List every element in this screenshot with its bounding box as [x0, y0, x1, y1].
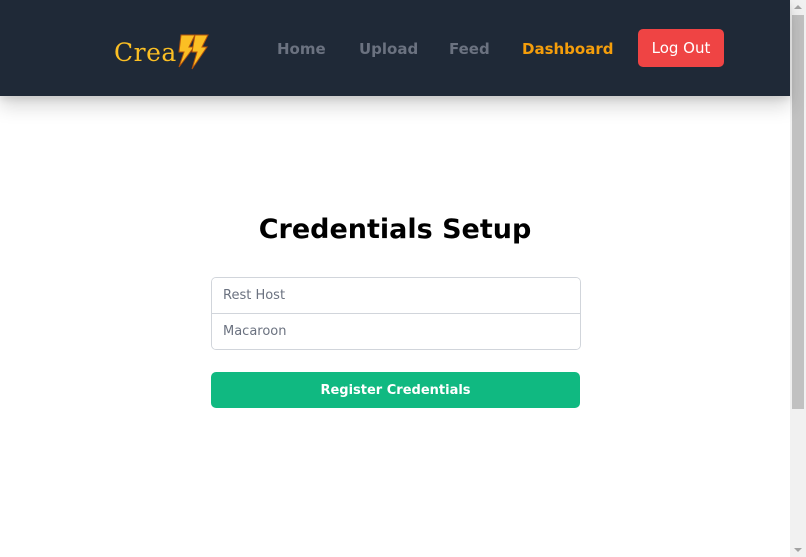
macaroon-input[interactable]	[212, 313, 580, 349]
page: Crea Home Upload Feed Dashboard Log Out …	[0, 0, 806, 557]
nav-link-feed[interactable]: Feed	[449, 39, 490, 59]
nav-link-home[interactable]: Home	[277, 39, 326, 59]
rest-host-input[interactable]	[212, 278, 580, 313]
scroll-down-arrow-icon[interactable]	[794, 548, 802, 552]
navbar: Crea Home Upload Feed Dashboard Log Out	[0, 0, 790, 96]
nav-link-dashboard[interactable]: Dashboard	[522, 39, 613, 59]
credentials-form	[211, 277, 581, 350]
main-area: Crea Home Upload Feed Dashboard Log Out …	[0, 0, 790, 557]
logo[interactable]: Crea	[114, 30, 209, 74]
nav-link-upload[interactable]: Upload	[359, 39, 418, 59]
lightning-bolts-icon	[178, 34, 209, 70]
register-credentials-button[interactable]: Register Credentials	[211, 372, 580, 408]
page-title: Credentials Setup	[258, 214, 532, 245]
logo-text: Crea	[114, 37, 177, 67]
vertical-scrollbar[interactable]	[790, 0, 806, 557]
scrollbar-thumb[interactable]	[792, 15, 804, 409]
scroll-up-arrow-icon[interactable]	[794, 5, 802, 9]
logout-button[interactable]: Log Out	[638, 29, 724, 67]
